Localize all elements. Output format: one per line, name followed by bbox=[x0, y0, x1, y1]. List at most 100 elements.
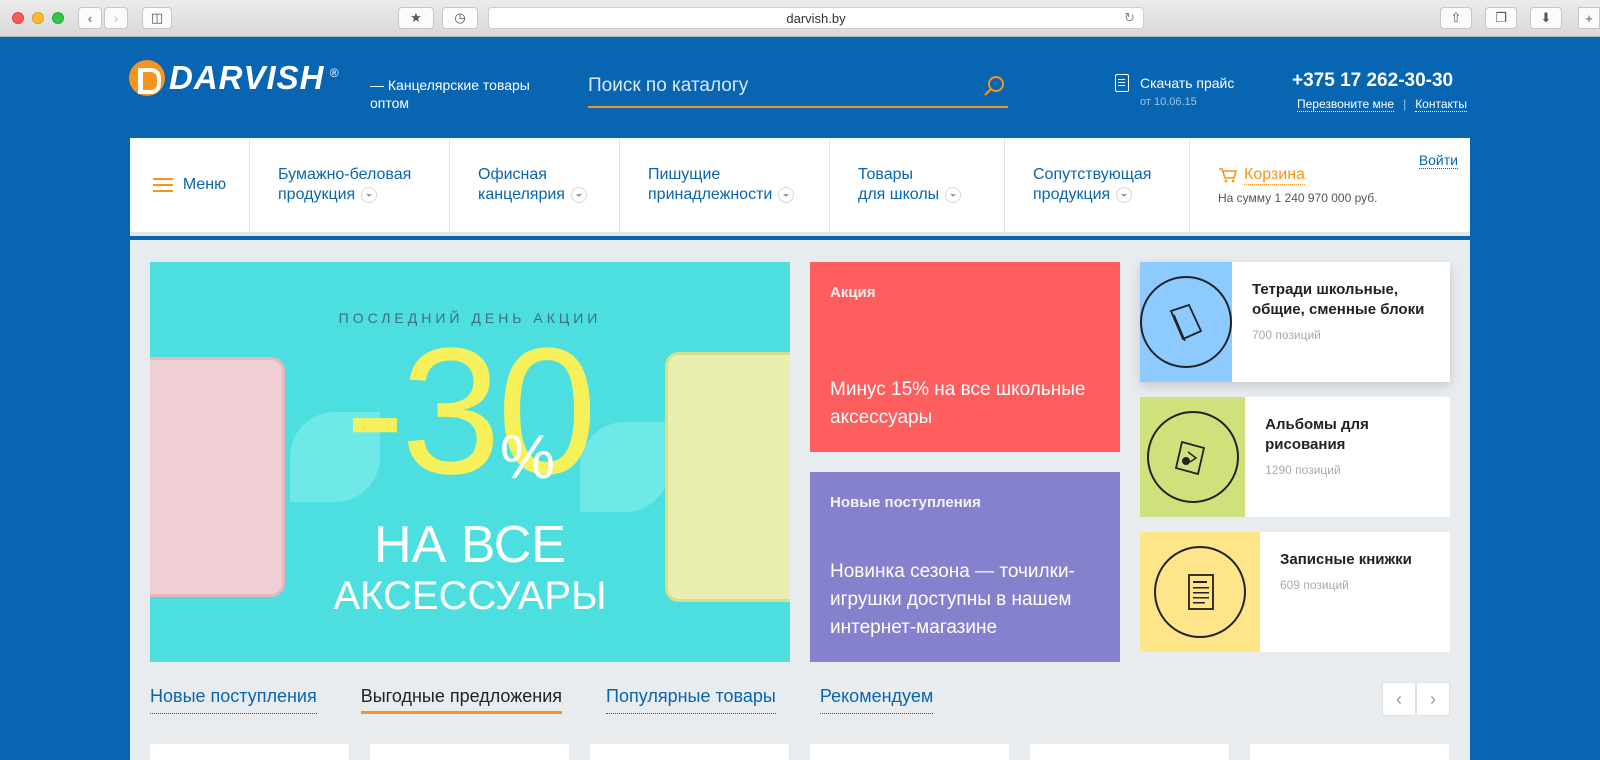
close-window-button[interactable] bbox=[12, 12, 24, 24]
product-cards bbox=[150, 744, 1449, 760]
hamburger-icon bbox=[152, 178, 173, 192]
dropdown-icon[interactable] bbox=[361, 186, 378, 203]
promo-text: Минус 15% на все школьные аксессуары bbox=[830, 379, 1086, 428]
banner-line-2: АКСЕССУАРЫ bbox=[333, 574, 607, 618]
notebook-icon bbox=[1169, 303, 1203, 342]
dropdown-icon[interactable] bbox=[778, 186, 795, 203]
banner-percent: % bbox=[500, 423, 556, 492]
product-card[interactable] bbox=[590, 744, 789, 760]
history-icon[interactable]: ◷ bbox=[442, 7, 478, 29]
reload-icon[interactable]: ↻ bbox=[1124, 10, 1135, 26]
product-card[interactable] bbox=[1030, 744, 1229, 760]
promo-label: Акция bbox=[830, 284, 876, 301]
chevron-right-icon[interactable]: › bbox=[1416, 682, 1450, 716]
nav-item-label: Офисная bbox=[478, 166, 547, 183]
product-card[interactable] bbox=[150, 744, 349, 760]
download-price[interactable]: Скачать прайс от 10.06.15 bbox=[1115, 74, 1234, 108]
nav-item-label: принадлежности bbox=[648, 186, 773, 203]
tabs-icon[interactable]: ❐ bbox=[1485, 7, 1517, 29]
promo-banner[interactable]: ПОСЛЕДНИЙ ДЕНЬ АКЦИИ -30 % НА ВСЕ АКСЕСС… bbox=[150, 262, 790, 662]
category-card-notebooks[interactable]: Тетради школьные, общие, сменные блоки 7… bbox=[1140, 262, 1450, 382]
nav-item-writing[interactable]: Пишущие принадлежности bbox=[620, 138, 830, 232]
dropdown-icon[interactable] bbox=[1116, 186, 1133, 203]
product-card[interactable] bbox=[370, 744, 569, 760]
nav-item-office[interactable]: Офисная канцелярия bbox=[450, 138, 620, 232]
nav-item-label: Товары bbox=[858, 166, 914, 183]
tab-new[interactable]: Новые поступления bbox=[150, 686, 317, 714]
nav-item-paper[interactable]: Бумажно-беловая продукция bbox=[250, 138, 450, 232]
search-input[interactable] bbox=[588, 75, 968, 97]
menu-label: Меню bbox=[182, 176, 227, 193]
banner-discount: -30 bbox=[345, 311, 597, 512]
category-swatch bbox=[1140, 397, 1246, 517]
nav-item-label: Бумажно-беловая bbox=[278, 166, 412, 183]
download-price-label[interactable]: Скачать прайс bbox=[1140, 74, 1234, 92]
logo[interactable]: DARVISH ® bbox=[129, 48, 339, 108]
address-bar[interactable]: darvish.by ↻ bbox=[488, 7, 1144, 29]
promo-text: Новинка сезона — точилки-игрушки доступн… bbox=[830, 561, 1075, 638]
nav-item-label: Пишущие bbox=[648, 166, 721, 183]
promo-card-sale[interactable]: Акция Минус 15% на все школьные аксессуа… bbox=[810, 262, 1120, 452]
main-content: ПОСЛЕДНИЙ ДЕНЬ АКЦИИ -30 % НА ВСЕ АКСЕСС… bbox=[130, 240, 1470, 760]
search-icon[interactable] bbox=[982, 74, 1006, 98]
nav-item-school[interactable]: Товары для школы bbox=[830, 138, 1005, 232]
phone-links: Перезвоните мне | Контакты bbox=[1297, 97, 1468, 112]
callback-link[interactable]: Перезвоните мне bbox=[1297, 97, 1395, 112]
bookmarks-icon[interactable]: ★ bbox=[398, 7, 434, 29]
category-name: Записные книжки bbox=[1280, 551, 1412, 568]
share-icon[interactable]: ⇧ bbox=[1440, 7, 1472, 29]
leaf-decoration bbox=[580, 422, 670, 512]
logo-mark-icon bbox=[129, 60, 165, 96]
promo-label: Новые поступления bbox=[830, 494, 981, 511]
contacts-link[interactable]: Контакты bbox=[1415, 97, 1468, 112]
logo-text: DARVISH bbox=[169, 59, 325, 96]
tab-popular[interactable]: Популярные товары bbox=[606, 686, 776, 714]
downloads-icon[interactable]: ⬇ bbox=[1530, 7, 1562, 29]
phone-number: +375 17 262-30-30 bbox=[1292, 70, 1454, 91]
product-card[interactable] bbox=[810, 744, 1009, 760]
promo-card-new[interactable]: Новые поступления Новинка сезона — точил… bbox=[810, 472, 1120, 662]
category-name: Тетради школьные, общие, сменные блоки bbox=[1252, 281, 1425, 318]
tagline: — Канцелярские товары оптом bbox=[370, 77, 530, 111]
category-swatch bbox=[1140, 262, 1232, 382]
back-icon[interactable]: ‹ bbox=[78, 7, 102, 29]
document-icon bbox=[1115, 74, 1129, 92]
menu-button[interactable]: Меню bbox=[130, 138, 250, 232]
nav-item-label: Сопутствующая bbox=[1033, 166, 1152, 183]
category-card-albums[interactable]: Альбомы для рисования 1290 позиций bbox=[1140, 397, 1450, 517]
banner-line-1: НА ВСЕ bbox=[374, 516, 566, 574]
category-count: 700 позиций bbox=[1252, 328, 1321, 342]
tab-deals[interactable]: Выгодные предложения bbox=[360, 686, 563, 714]
zoom-window-button[interactable] bbox=[52, 12, 64, 24]
category-swatch bbox=[1140, 532, 1260, 652]
sidebar-icon[interactable]: ◫ bbox=[142, 7, 172, 29]
nav-item-label: продукция bbox=[278, 186, 356, 203]
category-count: 609 позиций bbox=[1280, 578, 1349, 592]
cart-sum: На сумму 1 240 970 000 руб. bbox=[1218, 190, 1378, 205]
new-tab-icon[interactable]: + bbox=[1578, 7, 1600, 29]
cart[interactable]: Корзина На сумму 1 240 970 000 руб. Войт… bbox=[1190, 138, 1470, 232]
tab-recommended[interactable]: Рекомендуем bbox=[819, 686, 934, 714]
category-name: Альбомы для рисования bbox=[1265, 416, 1369, 453]
minimize-window-button[interactable] bbox=[32, 12, 44, 24]
login-link[interactable]: Войти bbox=[1418, 152, 1458, 169]
dropdown-icon[interactable] bbox=[570, 186, 587, 203]
product-tabs: Новые поступления Выгодные предложения П… bbox=[150, 686, 934, 714]
nav-item-label: канцелярия bbox=[478, 186, 565, 203]
nav-item-related[interactable]: Сопутствующая продукция bbox=[1005, 138, 1190, 232]
category-count: 1290 позиций bbox=[1265, 463, 1341, 477]
cart-label[interactable]: Корзина bbox=[1244, 166, 1305, 185]
browser-toolbar: ‹ › ◫ ★ ◷ darvish.by ↻ ⇧ ❐ ⬇ + bbox=[0, 0, 1600, 37]
forward-icon[interactable]: › bbox=[104, 7, 128, 29]
category-card-notepads[interactable]: Записные книжки 609 позиций bbox=[1140, 532, 1450, 652]
search-box bbox=[588, 66, 1008, 108]
notepad-icon bbox=[1188, 574, 1214, 610]
link-separator: | bbox=[1403, 97, 1407, 111]
nav-item-label: для школы bbox=[858, 186, 940, 203]
main-nav: Меню Бумажно-беловая продукция Офисная кан… bbox=[130, 138, 1470, 236]
url-text: darvish.by bbox=[786, 10, 846, 26]
carousel-arrows: ‹ › bbox=[1382, 682, 1450, 716]
chevron-left-icon[interactable]: ‹ bbox=[1382, 682, 1416, 716]
product-card[interactable] bbox=[1250, 744, 1449, 760]
dropdown-icon[interactable] bbox=[945, 186, 962, 203]
